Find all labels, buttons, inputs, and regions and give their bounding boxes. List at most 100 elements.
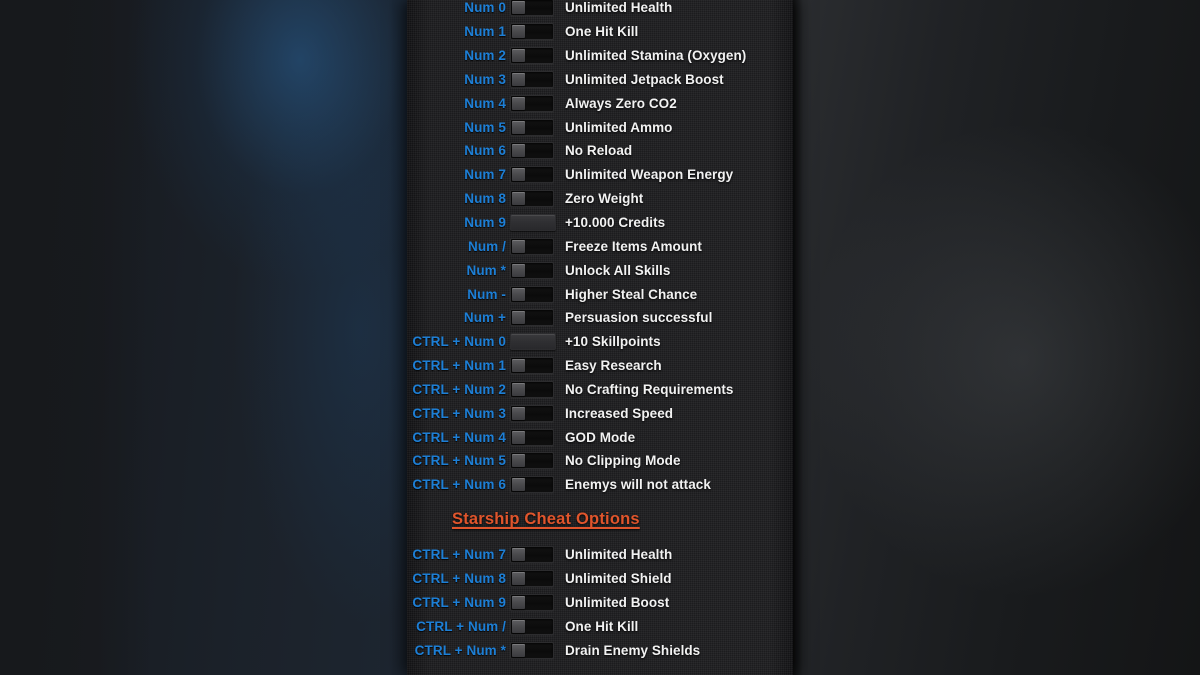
cheat-toggle-switch[interactable] [510, 142, 554, 160]
cheat-toggle-switch[interactable] [510, 617, 554, 635]
cheat-control-cell [510, 0, 560, 17]
toggle-knob [512, 287, 525, 301]
cheat-control-cell [510, 593, 560, 611]
cheat-toggle-switch[interactable] [510, 380, 554, 398]
hotkey-label: CTRL + Num 8 [412, 570, 506, 586]
cheat-label: Enemys will not attack [565, 477, 711, 493]
cheat-label: Easy Research [565, 358, 662, 374]
cheat-row: Num 4 Always Zero CO2 [407, 91, 793, 115]
cheat-control-cell [510, 285, 560, 303]
cheat-row: CTRL + Num 4 GOD Mode [407, 425, 793, 449]
hotkey-label: Num 6 [464, 143, 506, 159]
cheat-option-list: Num 0 Unlimited Health Num 1 One Hit Kill Nu… [407, 0, 793, 662]
cheat-toggle-switch[interactable] [510, 118, 554, 136]
hotkey-label: CTRL + Num 2 [412, 381, 506, 397]
cheat-row: CTRL + Num 6 Enemys will not attack [407, 473, 793, 497]
toggle-knob [512, 49, 525, 63]
cheat-toggle-switch[interactable] [510, 452, 554, 470]
cheat-label: Persuasion successful [565, 310, 713, 326]
hotkey-label: Num - [467, 286, 506, 302]
toggle-knob [512, 382, 525, 396]
hotkey-label: CTRL + Num 7 [412, 547, 506, 563]
section-heading-row: Starship Cheat Options [407, 497, 793, 543]
cheat-label: No Reload [565, 143, 633, 159]
cheat-toggle-switch[interactable] [510, 285, 554, 303]
toggle-knob [512, 1, 525, 15]
cheat-toggle-switch[interactable] [510, 70, 554, 88]
cheat-toggle-switch[interactable] [510, 404, 554, 422]
toggle-knob [512, 311, 525, 325]
toggle-knob [512, 595, 525, 609]
cheat-control-cell [510, 452, 560, 470]
cheat-row: Num 9 +10.000 Credits [407, 211, 793, 235]
cheat-control-cell [510, 546, 560, 564]
toggle-knob [512, 478, 525, 492]
cheat-toggle-switch[interactable] [510, 569, 554, 587]
cheat-row: Num 5 Unlimited Ammo [407, 115, 793, 139]
cheat-toggle-switch[interactable] [510, 23, 554, 41]
cheat-toggle-switch[interactable] [510, 309, 554, 327]
cheat-toggle-switch[interactable] [510, 357, 554, 375]
cheat-row: Num * Unlock All Skills [407, 258, 793, 282]
cheat-toggle-switch[interactable] [510, 546, 554, 564]
cheat-label: Unlimited Shield [565, 570, 672, 586]
cheat-label: +10.000 Credits [565, 215, 666, 231]
cheat-label: Higher Steal Chance [565, 286, 698, 302]
cheat-control-cell [510, 237, 560, 255]
hotkey-label: Num + [463, 310, 506, 326]
hotkey-label: Num * [466, 262, 506, 278]
panel-right-shadow [793, 0, 803, 675]
cheat-row: CTRL + Num 3 Increased Speed [407, 401, 793, 425]
hotkey-label: CTRL + Num 3 [412, 405, 506, 421]
cheat-row: CTRL + Num 2 No Crafting Requirements [407, 378, 793, 402]
cheat-label: Unlimited Health [565, 547, 673, 563]
cheat-row: Num + Persuasion successful [407, 306, 793, 330]
hotkey-label: Num / [467, 238, 506, 254]
toggle-knob [512, 619, 525, 633]
cheat-control-cell [510, 404, 560, 422]
cheat-control-cell [510, 47, 560, 65]
cheat-toggle-switch[interactable] [510, 428, 554, 446]
cheat-toggle-switch[interactable] [510, 593, 554, 611]
cheat-label: One Hit Kill [565, 24, 639, 40]
cheat-toggle-switch[interactable] [510, 641, 554, 659]
hotkey-label: CTRL + Num 4 [412, 429, 506, 445]
cheat-control-cell [510, 641, 560, 659]
cheat-toggle-switch[interactable] [510, 261, 554, 279]
cheat-toggle-switch[interactable] [510, 476, 554, 494]
cheat-control-cell [510, 190, 560, 208]
cheat-action-button[interactable] [510, 333, 556, 351]
toggle-knob [512, 643, 525, 657]
cheat-control-cell [510, 261, 560, 279]
cheat-row: Num / Freeze Items Amount [407, 234, 793, 258]
cheat-label: GOD Mode [565, 429, 636, 445]
toggle-knob [512, 144, 525, 158]
cheat-label: Unlimited Stamina (Oxygen) [565, 48, 747, 64]
hotkey-label: CTRL + Num * [414, 642, 506, 658]
cheat-toggle-switch[interactable] [510, 94, 554, 112]
cheat-row: CTRL + Num 0 +10 Skillpoints [407, 330, 793, 354]
cheat-control-cell [510, 142, 560, 160]
cheat-control-cell [510, 357, 560, 375]
backdrop-right-shade [793, 0, 1200, 675]
cheat-action-button[interactable] [510, 214, 556, 232]
cheat-label: One Hit Kill [565, 618, 639, 634]
cheat-toggle-switch[interactable] [510, 0, 554, 17]
cheat-label: Unlimited Ammo [565, 119, 673, 135]
cheat-toggle-switch[interactable] [510, 47, 554, 65]
cheat-row: Num - Higher Steal Chance [407, 282, 793, 306]
cheat-row: CTRL + Num 5 No Clipping Mode [407, 449, 793, 473]
hotkey-label: Num 0 [464, 0, 506, 16]
cheat-toggle-switch[interactable] [510, 237, 554, 255]
cheat-toggle-switch[interactable] [510, 166, 554, 184]
hotkey-label: CTRL + Num 0 [412, 334, 506, 350]
cheat-control-cell [510, 309, 560, 327]
toggle-knob [512, 454, 525, 468]
cheat-toggle-switch[interactable] [510, 190, 554, 208]
cheat-control-cell [510, 118, 560, 136]
cheat-row: Num 1 One Hit Kill [407, 20, 793, 44]
cheat-control-cell [510, 569, 560, 587]
cheat-control-cell [510, 333, 560, 351]
toggle-knob [512, 406, 525, 420]
cheat-label: +10 Skillpoints [565, 334, 661, 350]
